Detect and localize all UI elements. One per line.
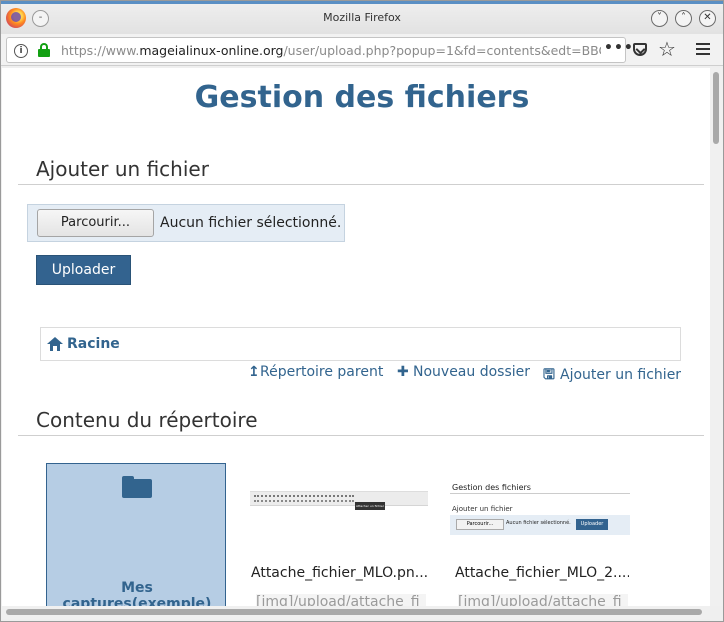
no-file-label: Aucun fichier sélectionné.	[160, 215, 342, 231]
url-prefix: https://www.	[61, 43, 140, 58]
toolbar-icons	[254, 500, 354, 503]
bookmark-star-icon[interactable]: ☆	[658, 38, 676, 60]
divider	[18, 435, 704, 436]
add-file-heading: Ajouter un fichier	[36, 157, 209, 181]
thumbnail-browse: Parcourir...	[456, 519, 504, 530]
new-folder-link[interactable]: ✚ Nouveau dossier	[397, 364, 530, 380]
toolbar-icons	[254, 495, 354, 498]
navigation-bar: i https://www.mageialinux-online.org/use…	[1, 34, 723, 66]
file-input: Parcourir... Aucun fichier sélectionné.	[27, 204, 345, 242]
thumbnail-section: Ajouter un fichier	[452, 505, 513, 513]
folder-name: Mes captures(exemple)	[62, 580, 212, 606]
vertical-scrollbar[interactable]	[710, 68, 723, 606]
page-content: Gestion des fichiers Ajouter un fichier …	[2, 68, 710, 606]
maximize-button[interactable]: ˄	[675, 10, 692, 27]
thumbnail-file-box: Parcourir... Aucun fichier sélectionné. …	[450, 515, 630, 535]
thumbnail-no-file: Aucun fichier sélectionné.	[506, 520, 571, 526]
window-title: Mozilla Firefox	[323, 11, 401, 24]
parent-directory-link[interactable]: ↥Répertoire parent	[248, 364, 383, 380]
url-bar[interactable]: i https://www.mageialinux-online.org/use…	[6, 37, 633, 63]
thumbnail-toolbar	[250, 492, 428, 506]
thumbnail-upload: Uploader	[576, 519, 608, 530]
folder-tile[interactable]: Mes captures(exemple)	[46, 463, 226, 606]
directory-content-heading: Contenu du répertoire	[36, 408, 258, 432]
plus-icon: ✚	[397, 364, 409, 380]
divider	[450, 493, 630, 494]
parent-directory-label: Répertoire parent	[260, 364, 384, 380]
browser-window: - Mozilla Firefox ˅ ˄ ✕ i https://www.ma…	[0, 0, 724, 622]
browse-button[interactable]: Parcourir...	[37, 209, 154, 237]
page-actions-icon[interactable]: •••	[604, 40, 634, 56]
url-path: /user/upload.php?popup=1&fd=contents&edt…	[283, 43, 601, 58]
url-host: mageialinux-online.org	[139, 43, 284, 58]
page-title: Gestion des fichiers	[194, 80, 530, 115]
title-bar: - Mozilla Firefox ˅ ˄ ✕	[1, 1, 723, 34]
home-icon	[47, 337, 63, 351]
breadcrumb-root-link[interactable]: Racine	[67, 336, 120, 352]
save-icon: 🖫	[543, 367, 555, 383]
vertical-scrollbar-thumb[interactable]	[713, 72, 719, 144]
horizontal-scrollbar-thumb[interactable]	[6, 609, 702, 615]
file-embed-code[interactable]: [img]/upload/attache_fi	[458, 594, 628, 606]
thumbnail-tooltip: Attacher un fichier	[355, 502, 385, 510]
close-button[interactable]: ✕	[699, 10, 716, 27]
horizontal-scrollbar[interactable]	[2, 606, 710, 619]
file-thumbnail[interactable]: Gestion des fichiers Ajouter un fichier …	[450, 483, 630, 541]
add-file-label: Ajouter un fichier	[560, 367, 682, 383]
file-thumbnail[interactable]: Attacher un fichier	[250, 491, 428, 539]
hamburger-menu-icon[interactable]	[696, 43, 710, 55]
file-name[interactable]: Attache_fichier_MLO_2....	[455, 565, 629, 581]
info-icon[interactable]: i	[14, 44, 28, 58]
breadcrumb: Racine	[40, 327, 681, 361]
lock-icon[interactable]	[38, 43, 50, 57]
pocket-icon[interactable]	[633, 43, 647, 56]
divider	[18, 184, 704, 185]
folder-icon	[122, 476, 152, 498]
new-folder-label: Nouveau dossier	[413, 364, 531, 380]
file-embed-code[interactable]: [img]/upload/attache_fi	[256, 594, 426, 606]
arrow-up-icon: ↥	[248, 364, 260, 380]
add-file-link[interactable]: 🖫 Ajouter un fichier	[543, 364, 681, 388]
url-text[interactable]: https://www.mageialinux-online.org/user/…	[61, 43, 601, 58]
minimize-button[interactable]: ˅	[651, 10, 668, 27]
file-name[interactable]: Attache_fichier_MLO.pn...	[251, 565, 429, 581]
thumbnail-title: Gestion des fichiers	[452, 483, 531, 492]
upload-button[interactable]: Uploader	[36, 255, 131, 285]
